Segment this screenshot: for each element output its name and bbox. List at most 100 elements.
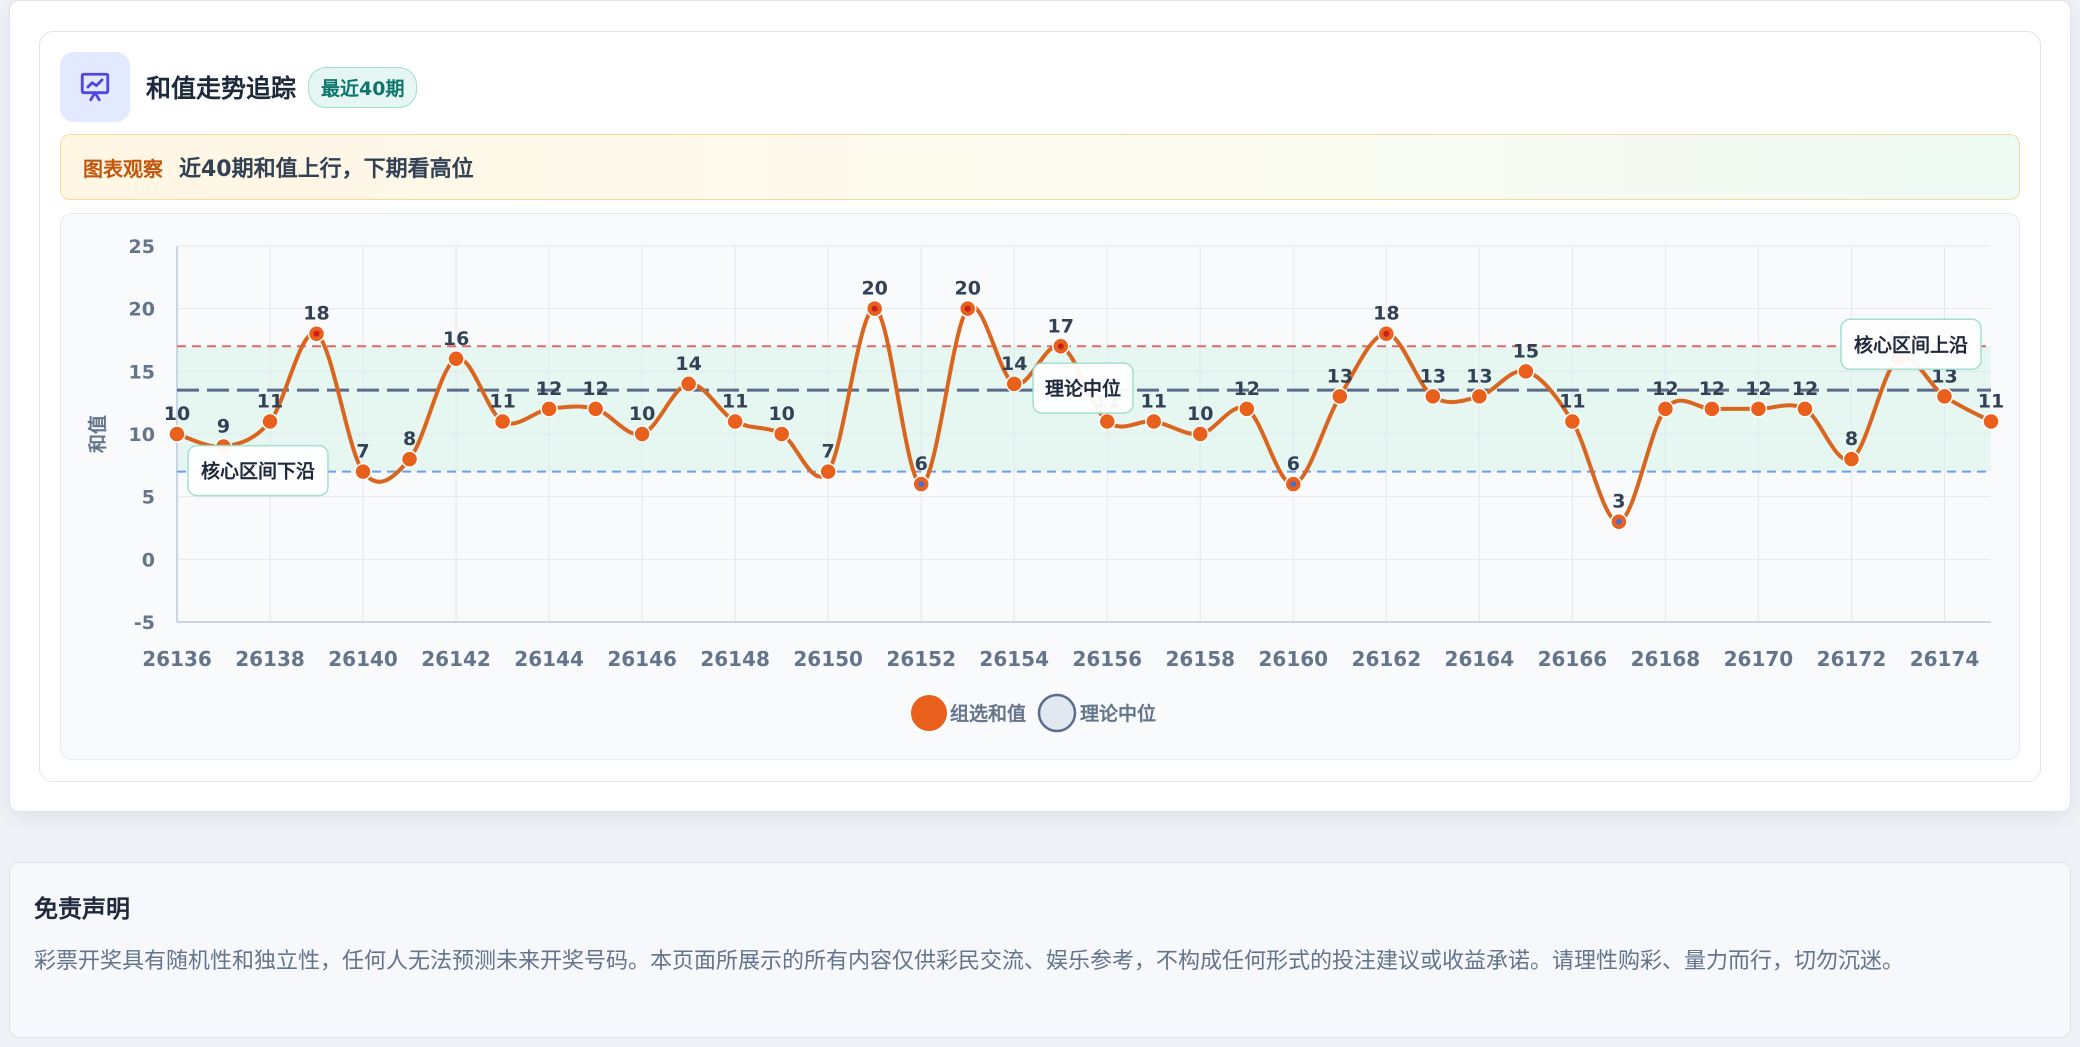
data-point[interactable] xyxy=(540,400,558,418)
data-label: 12 xyxy=(582,378,608,400)
data-label: 7 xyxy=(822,441,835,463)
y-tick-label: -5 xyxy=(134,612,155,634)
high-point-marker xyxy=(964,305,971,312)
low-point-marker xyxy=(1290,481,1297,488)
data-point[interactable] xyxy=(1145,412,1163,431)
data-label: 12 xyxy=(1745,378,1771,400)
disclaimer-title: 免责声明 xyxy=(34,895,130,923)
legend-label-sum: 组选和值 xyxy=(950,702,1026,725)
data-label: 17 xyxy=(1048,315,1074,337)
data-point[interactable] xyxy=(633,425,651,443)
x-tick-label: 26164 xyxy=(1445,647,1515,671)
data-point[interactable] xyxy=(1982,412,2000,431)
low-point-marker xyxy=(1615,518,1622,525)
x-tick-label: 26170 xyxy=(1724,647,1794,671)
data-point[interactable] xyxy=(586,400,605,418)
high-point-marker xyxy=(871,305,878,312)
data-point[interactable] xyxy=(1842,450,1861,468)
data-label: 11 xyxy=(722,390,748,412)
disclaimer-box: 免责声明 彩票开奖具有随机性和独立性，任何人无法预测未来开奖号码。本页面所展示的… xyxy=(9,862,2071,1038)
data-point[interactable] xyxy=(168,425,186,443)
x-tick-label: 26148 xyxy=(700,647,770,671)
x-tick-label: 26174 xyxy=(1910,647,1980,671)
x-tick-label: 26142 xyxy=(421,647,491,671)
data-point[interactable] xyxy=(1796,400,1814,418)
data-label: 8 xyxy=(1845,428,1858,450)
y-tick-label: 0 xyxy=(142,549,155,571)
data-point[interactable] xyxy=(1935,387,1954,406)
y-tick-label: 15 xyxy=(129,361,155,383)
data-label: 18 xyxy=(1373,303,1399,325)
data-label: 15 xyxy=(1513,340,1539,362)
data-label: 7 xyxy=(356,441,369,463)
data-label: 10 xyxy=(768,403,794,425)
x-tick-label: 26152 xyxy=(886,647,956,671)
data-label: 12 xyxy=(1699,378,1725,400)
data-label: 18 xyxy=(303,303,329,325)
legend-label-median: 理论中位 xyxy=(1080,702,1156,725)
data-point[interactable] xyxy=(354,462,372,481)
data-point[interactable] xyxy=(1749,400,1768,418)
data-point[interactable] xyxy=(726,412,744,431)
data-label: 20 xyxy=(861,278,887,300)
x-tick-label: 26156 xyxy=(1072,647,1142,671)
data-label: 6 xyxy=(915,453,928,475)
data-label: 12 xyxy=(1234,378,1260,400)
data-point[interactable] xyxy=(679,375,698,393)
data-point[interactable] xyxy=(493,412,512,431)
data-label: 3 xyxy=(1612,491,1625,513)
data-point[interactable] xyxy=(261,412,279,431)
y-tick-label: 20 xyxy=(129,299,155,321)
data-point[interactable] xyxy=(772,425,791,443)
x-tick-label: 26144 xyxy=(514,647,584,671)
high-point-marker xyxy=(313,330,320,337)
data-point[interactable] xyxy=(1191,425,1210,443)
high-point-marker xyxy=(1383,330,1390,337)
disclaimer-text: 彩票开奖具有随机性和独立性，任何人无法预测未来开奖号码。本页面所展示的所有内容仅… xyxy=(34,949,1905,974)
data-label: 9 xyxy=(217,416,230,438)
data-label: 12 xyxy=(1652,378,1678,400)
x-tick-label: 26166 xyxy=(1538,647,1608,671)
data-label: 13 xyxy=(1466,365,1492,387)
data-point[interactable] xyxy=(1238,400,1256,418)
data-point[interactable] xyxy=(1424,387,1442,406)
data-label: 20 xyxy=(954,278,980,300)
x-tick-label: 26172 xyxy=(1817,647,1887,671)
x-tick-label: 26140 xyxy=(328,647,398,671)
data-label: 14 xyxy=(1001,353,1027,375)
x-tick-label: 26154 xyxy=(979,647,1049,671)
data-label: 8 xyxy=(403,428,416,450)
upper-bound-annotation-label: 核心区间上沿 xyxy=(1854,333,1968,356)
y-axis-label: 和值 xyxy=(86,415,109,453)
data-label: 12 xyxy=(536,378,562,400)
x-tick-label: 26136 xyxy=(142,647,212,671)
data-point[interactable] xyxy=(1517,362,1535,381)
data-label: 13 xyxy=(1327,365,1353,387)
data-point[interactable] xyxy=(1331,387,1349,406)
data-label: 11 xyxy=(1978,390,2004,412)
data-point[interactable] xyxy=(1656,400,1675,418)
data-point[interactable] xyxy=(1470,387,1489,406)
data-label: 13 xyxy=(1420,365,1446,387)
legend-marker-sum[interactable] xyxy=(909,693,949,733)
data-point[interactable] xyxy=(1563,412,1582,431)
data-point[interactable] xyxy=(1005,375,1023,393)
data-point[interactable] xyxy=(1703,400,1721,418)
median-annotation-label: 理论中位 xyxy=(1045,377,1121,400)
legend-marker-median[interactable] xyxy=(1037,693,1077,733)
data-point[interactable] xyxy=(447,350,465,368)
data-point[interactable] xyxy=(1098,412,1117,431)
x-tick-label: 26158 xyxy=(1165,647,1235,671)
data-point[interactable] xyxy=(819,462,837,481)
data-label: 14 xyxy=(675,353,701,375)
y-tick-label: 25 xyxy=(129,236,155,258)
high-point-marker xyxy=(1057,343,1064,350)
sum-trend-chart: -5 0 5 10 15 20 25 26136 26138 26140 26142 26144 261… xyxy=(86,236,2004,733)
lower-bound-annotation-label: 核心区间下沿 xyxy=(201,460,315,483)
data-label: 12 xyxy=(1792,378,1818,400)
data-label: 10 xyxy=(629,403,655,425)
x-tick-label: 26162 xyxy=(1352,647,1422,671)
y-tick-label: 5 xyxy=(142,487,155,509)
data-point[interactable] xyxy=(400,450,419,468)
x-tick-label: 26150 xyxy=(793,647,863,671)
